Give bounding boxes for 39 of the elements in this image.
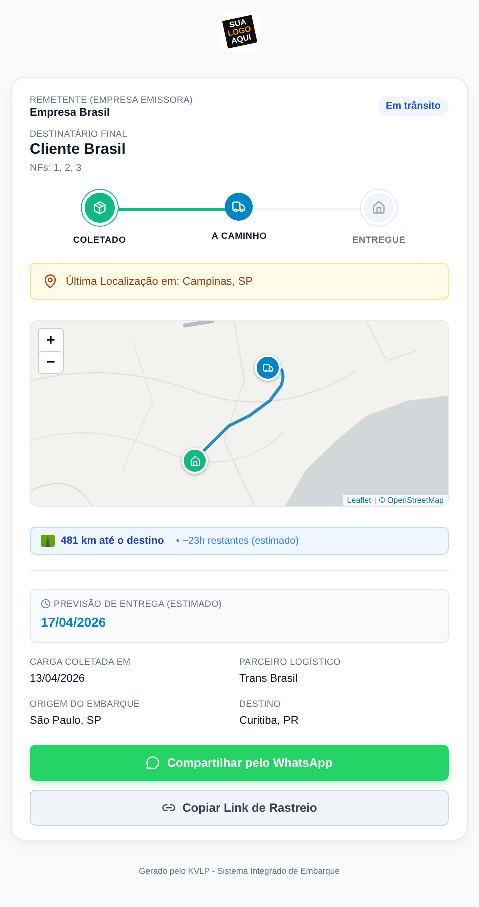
step-label: ENTREGUE — [352, 235, 406, 245]
logo: SUA LOGO AQUI — [220, 12, 260, 52]
location-text: Última Localização em: Campinas, SP — [66, 276, 254, 288]
house-icon — [372, 201, 386, 215]
detail-value: Curitiba, PR — [240, 715, 300, 727]
footer-text: Gerado pelo KVLP - Sistema Integrado de Embarque — [139, 866, 340, 876]
zoom-out-button[interactable]: − — [39, 351, 63, 373]
recipient-name: Cliente Brasil — [30, 141, 127, 158]
attribution-separator: | — [374, 496, 376, 505]
remaining-time: • ~23h restantes (estimado) — [176, 536, 300, 546]
attribution-link[interactable]: Leaflet — [347, 496, 372, 505]
truck-icon — [232, 200, 246, 214]
detail-value: Trans Brasil — [240, 673, 299, 685]
chat-bubble-icon — [146, 756, 160, 770]
sender-label: REMETENTE (EMPRESA EMISSORA) — [30, 95, 194, 105]
detail-value: São Paulo, SP — [30, 715, 103, 727]
status-badge: Em trânsito — [378, 97, 449, 116]
map-pin-icon — [43, 274, 58, 289]
clock-icon — [41, 599, 51, 609]
recipient-label: DESTINATÁRIO FINAL — [30, 129, 128, 139]
forecast-date: 17/04/2026 — [41, 615, 108, 630]
copy-link-button[interactable]: Copiar Link de Rastreio — [30, 790, 449, 826]
house-icon — [190, 456, 200, 466]
attribution-link[interactable]: © OpenStreetMap — [379, 496, 444, 505]
step-label: COLETADO — [73, 235, 126, 245]
road-icon — [41, 535, 55, 547]
truck-icon — [262, 362, 274, 374]
sender-name: Empresa Brasil — [30, 107, 112, 119]
invoice-numbers: NFs: 1, 2, 3 — [30, 163, 83, 174]
package-icon — [92, 201, 107, 215]
detail-label: DESTINO — [240, 699, 282, 709]
map[interactable]: + − Leaflet | © OpenStreetMap — [30, 320, 449, 507]
detail-label: CARGA COLETADA EM — [30, 657, 132, 667]
step-label: A CAMINHO — [212, 231, 268, 241]
detail-label: PARCEIRO LOGÍSTICO — [240, 657, 342, 667]
distance-text: 481 km até o destino — [61, 535, 164, 547]
detail-value: 13/04/2026 — [30, 673, 86, 685]
detail-label: ORIGEM DO EMBARQUE — [30, 699, 142, 709]
forecast-label: PREVISÃO DE ENTREGA (ESTIMADO) — [54, 599, 222, 609]
